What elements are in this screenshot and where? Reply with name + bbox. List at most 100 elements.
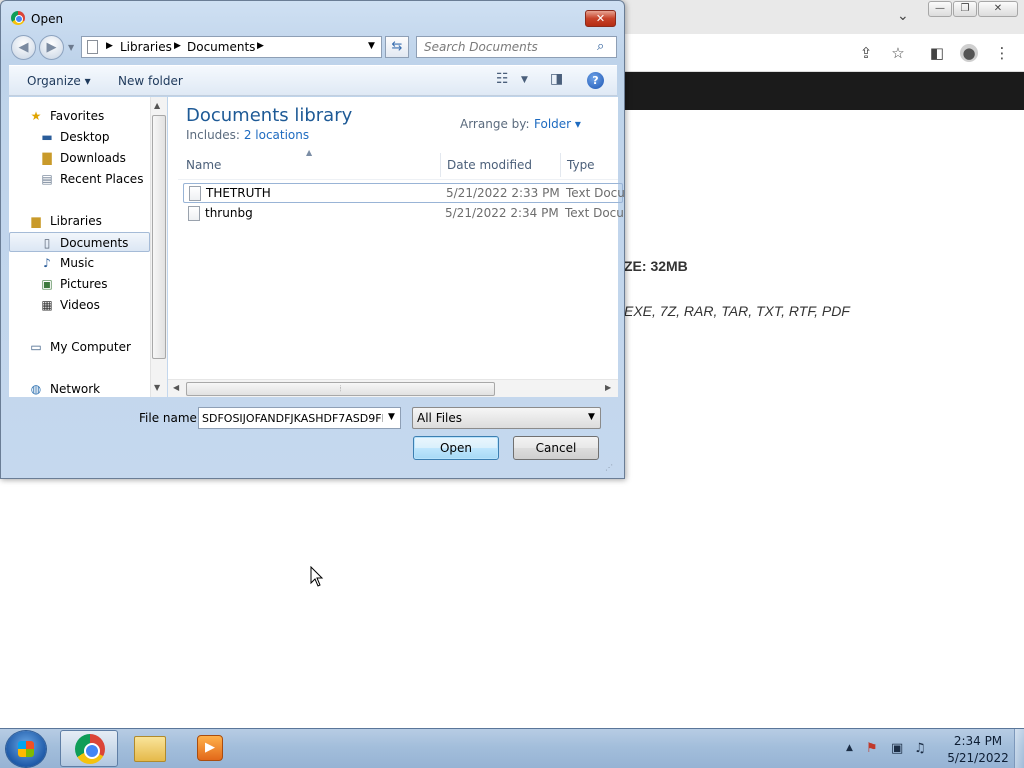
nav-desktop[interactable]: ▬ Desktop [9,127,150,147]
nav-recent-places[interactable]: ▤ Recent Places [9,169,150,189]
command-bar: Organize ▾ New folder ☷ ▼ ◨ ? [9,65,617,96]
nav-libraries[interactable]: ▆ Libraries [9,211,150,231]
cancel-button[interactable]: Cancel [513,436,599,460]
view-dropdown-icon[interactable]: ▼ [521,75,528,85]
file-list-pane: Documents library Includes: 2 locations … [168,97,625,397]
arrange-by-dropdown[interactable]: Folder ▾ [534,117,581,131]
taskbar-chrome-button[interactable] [60,730,118,767]
scrollbar-thumb[interactable]: ⦙ [186,382,495,396]
scroll-left-arrow-icon[interactable]: ◀ [173,383,179,392]
search-input[interactable] [417,37,595,57]
upload-formats-text: EXE, 7Z, RAR, TAR, TXT, RTF, PDF [624,303,850,319]
file-name: THETRUTH [206,186,271,200]
open-file-dialog: Open ✕ ◀ ▶ ▼ ▶ Libraries ▶ Documents ▶ ▼… [0,0,625,479]
tab-search-chevron-icon[interactable]: ⌄ [897,8,909,24]
breadcrumb-arrow-icon[interactable]: ▶ [257,41,264,51]
nav-videos[interactable]: ▦ Videos [9,295,150,315]
search-box[interactable]: ⌕ [416,36,617,58]
recent-places-icon: ▤ [41,172,53,186]
show-desktop-button[interactable] [1014,729,1024,768]
chrome-logo-icon [11,11,25,25]
breadcrumb-libraries[interactable]: Libraries [120,40,172,54]
file-row[interactable]: thrunbg 5/21/2022 2:34 PM Text Docu [183,204,624,224]
breadcrumb-arrow-icon[interactable]: ▶ [174,41,181,51]
resize-grip-icon[interactable]: ⋰ [605,463,613,472]
organize-button[interactable]: Organize ▾ [27,74,91,88]
file-list-horizontal-scrollbar[interactable]: ◀ ⦙ ▶ [168,379,618,397]
new-folder-button[interactable]: New folder [118,74,183,88]
taskbar-media-player-button[interactable]: ▶ [182,730,240,767]
dialog-close-button[interactable]: ✕ [585,10,616,27]
action-center-flag-icon[interactable]: ⚑ [866,741,878,756]
text-file-icon [189,186,201,201]
open-button[interactable]: Open [413,436,499,460]
includes-locations-link[interactable]: 2 locations [244,128,309,142]
file-name: thrunbg [205,206,253,220]
refresh-button[interactable]: ⇆ [385,36,409,58]
file-date: 5/21/2022 2:33 PM [446,186,560,200]
menu-dots-icon[interactable]: ⋮ [993,44,1011,62]
taskbar-explorer-button[interactable] [122,730,180,767]
file-name-dropdown-icon[interactable]: ▼ [388,412,395,422]
maximize-button[interactable]: ❐ [953,1,977,17]
preview-pane-icon[interactable]: ◨ [550,71,563,87]
nav-my-computer[interactable]: ▭ My Computer [9,337,150,357]
scroll-down-arrow-icon[interactable]: ▼ [154,383,160,392]
close-window-button[interactable]: ✕ [978,1,1018,17]
profile-avatar-icon[interactable]: ● [960,44,978,62]
magnifier-icon[interactable]: ⌕ [597,39,604,54]
share-icon[interactable]: ⇪ [857,44,875,62]
nav-music-label: Music [60,256,95,270]
nav-music[interactable]: ♪ Music [9,253,150,273]
clock-date[interactable]: 5/21/2022 [945,751,1011,765]
show-hidden-icons-icon[interactable]: ▲ [846,743,853,753]
address-dropdown-icon[interactable]: ▼ [368,41,375,51]
address-bar[interactable]: ▶ Libraries ▶ Documents ▶ ▼ [81,36,382,58]
nav-pictures-label: Pictures [60,277,108,291]
star-icon: ★ [30,109,42,123]
breadcrumb-arrow-icon[interactable]: ▶ [106,41,113,51]
column-header-name[interactable]: Name [186,158,221,172]
start-button[interactable] [6,731,46,767]
dialog-title: Open [31,12,64,26]
network-globe-icon: ◍ [30,382,42,396]
nav-network[interactable]: ◍ Network [9,379,150,399]
nav-videos-label: Videos [60,298,100,312]
bookmark-star-icon[interactable]: ☆ [889,44,907,62]
forward-button[interactable]: ▶ [39,35,64,60]
side-panel-icon[interactable]: ◧ [928,44,946,62]
filter-dropdown-icon[interactable]: ▼ [588,412,595,422]
nav-favorites[interactable]: ★ Favorites [9,106,150,126]
nav-downloads[interactable]: ▇ Downloads [9,148,150,168]
volume-icon[interactable]: ♫ [914,741,926,756]
pictures-icon: ▣ [41,277,53,291]
recent-locations-dropdown-icon[interactable]: ▼ [68,43,74,52]
file-type: Text Docu [566,186,625,200]
file-name-combobox[interactable]: ▼ [198,407,401,429]
chrome-icon [75,734,105,764]
nav-favorites-label: Favorites [50,109,105,123]
computer-icon: ▭ [30,340,42,354]
file-row[interactable]: THETRUTH 5/21/2022 2:33 PM Text Docu [183,183,625,203]
back-button[interactable]: ◀ [11,35,36,60]
nav-pictures[interactable]: ▣ Pictures [9,274,150,294]
minimize-button[interactable]: — [928,1,952,17]
scroll-right-arrow-icon[interactable]: ▶ [605,383,611,392]
scrollbar-thumb[interactable] [152,115,166,359]
column-header-date-modified[interactable]: Date modified [447,158,532,172]
nav-documents[interactable]: ▯ Documents [9,232,150,252]
scroll-up-arrow-icon[interactable]: ▲ [154,101,160,110]
help-icon[interactable]: ? [587,72,604,89]
clock-time[interactable]: 2:34 PM [945,734,1011,748]
view-options-icon[interactable]: ☷ [496,71,509,87]
nav-libraries-label: Libraries [50,214,102,228]
navigation-scrollbar[interactable]: ▲ ▼ [150,97,167,397]
downloads-folder-icon: ▇ [42,151,52,165]
column-divider[interactable] [560,153,561,177]
network-status-icon[interactable]: ▣ [891,741,903,756]
breadcrumb-documents[interactable]: Documents [187,40,255,54]
column-header-type[interactable]: Type [567,158,595,172]
file-name-input[interactable] [199,408,383,428]
column-divider[interactable] [440,153,441,177]
file-type-filter-select[interactable]: All Files ▼ [412,407,601,429]
